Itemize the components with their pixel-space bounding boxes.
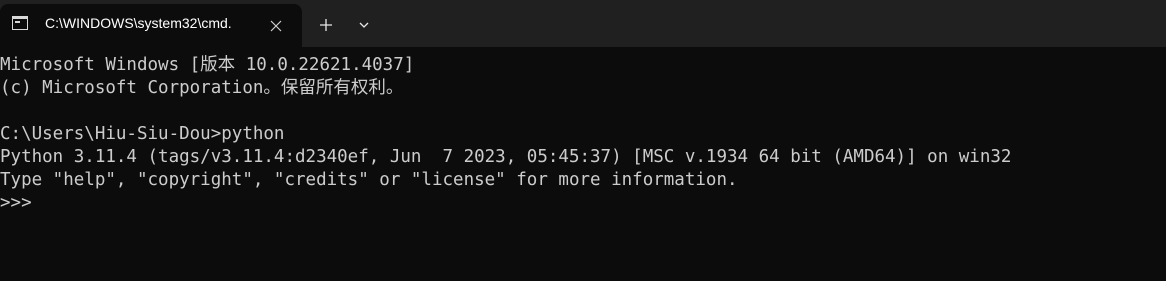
console-line: Python 3.11.4 (tags/v3.11.4:d2340ef, Jun… xyxy=(0,147,1012,167)
tab-close-button[interactable] xyxy=(262,12,290,40)
tab-dropdown-button[interactable] xyxy=(350,11,378,39)
command-prompt-icon xyxy=(12,16,28,30)
tab-title: C:\WINDOWS\system32\cmd. xyxy=(45,15,232,31)
console-line: Microsoft Windows [版本 10.0.22621.4037] xyxy=(0,55,415,75)
console-line: Type "help", "copyright", "credits" or "… xyxy=(0,170,738,190)
tab-strip: C:\WINDOWS\system32\cmd. xyxy=(0,0,1166,47)
console-line: (c) Microsoft Corporation。保留所有权利。 xyxy=(0,78,404,98)
console-prompt: >>> xyxy=(0,193,32,213)
console-line: C:\Users\Hiu-Siu-Dou>python xyxy=(0,124,285,144)
new-tab-button[interactable] xyxy=(312,11,340,39)
chevron-down-icon xyxy=(359,22,369,28)
plus-icon xyxy=(320,19,332,31)
terminal-window: C:\WINDOWS\system32\cmd. Microsoft Windo… xyxy=(0,0,1166,281)
close-icon xyxy=(270,20,282,32)
console-output[interactable]: Microsoft Windows [版本 10.0.22621.4037] (… xyxy=(0,47,1166,281)
tab-cmd[interactable]: C:\WINDOWS\system32\cmd. xyxy=(0,4,302,47)
